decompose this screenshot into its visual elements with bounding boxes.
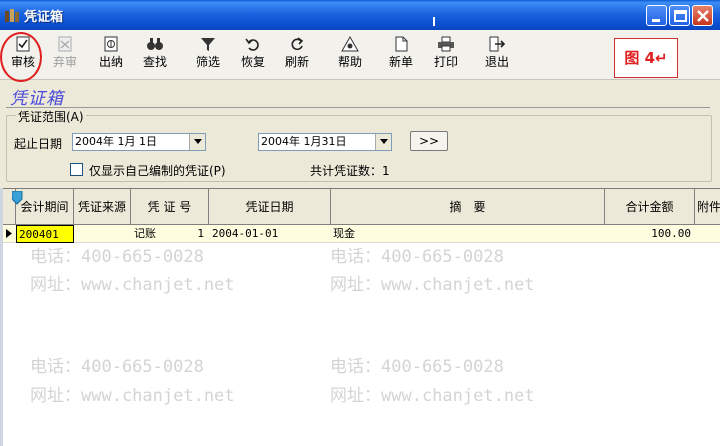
col-header-attachments[interactable]: 附件 — [695, 189, 720, 225]
maximize-icon — [674, 10, 687, 22]
refresh-icon — [291, 37, 304, 51]
start-date-picker[interactable]: 2004年 1月 1日 — [72, 133, 206, 151]
minimize-icon — [652, 19, 660, 22]
window-title: 凭证箱 — [24, 10, 64, 25]
col-header-summary[interactable]: 摘 要 — [331, 189, 605, 225]
filter-label: 筛选 — [195, 55, 220, 69]
col-header-voucher-no[interactable]: 凭 证 号 — [131, 189, 209, 225]
end-date-picker[interactable]: 2004年 1月31日 — [258, 133, 392, 151]
printer-icon — [438, 36, 454, 52]
undo-icon — [245, 38, 259, 51]
new-doc-icon — [395, 36, 408, 52]
unaudit-label: 弃审 — [52, 55, 77, 69]
close-button[interactable] — [692, 5, 713, 26]
voucher-box-window: 凭证箱 审核 弃审 出纳 查找 筛选 恢复 刷新 帮助 新单 打印 退出 图 4… — [0, 0, 720, 446]
grid-header: 会计期间 凭证来源 凭 证 号 凭证日期 摘 要 合计金额 附件 — [0, 189, 720, 225]
toolbar: 审核 弃审 出纳 查找 筛选 恢复 刷新 帮助 新单 打印 退出 — [0, 30, 720, 80]
new-voucher-label: 新单 — [388, 55, 413, 69]
help-icon — [341, 36, 359, 52]
refresh-button[interactable]: 刷新 — [278, 32, 316, 76]
exit-label: 退出 — [484, 55, 509, 69]
col-header-period[interactable]: 会计期间 — [16, 189, 74, 225]
refresh-label: 刷新 — [284, 55, 309, 69]
unaudit-button[interactable]: 弃审 — [46, 32, 84, 76]
cashier-button[interactable]: 出纳 — [92, 32, 130, 76]
end-date-dropdown[interactable] — [375, 134, 391, 150]
grid-left-edge — [0, 188, 3, 446]
title-bar-mark — [433, 17, 435, 26]
apply-range-button[interactable]: >> — [410, 131, 448, 151]
start-date-dropdown[interactable] — [189, 134, 205, 150]
end-date-value: 2004年 1月31日 — [261, 135, 347, 148]
close-icon — [697, 10, 709, 22]
col-header-source[interactable]: 凭证来源 — [74, 189, 131, 225]
chevron-down-icon — [380, 139, 388, 144]
voucher-box-heading: 凭证箱 — [10, 89, 64, 109]
chevron-down-icon — [194, 139, 202, 144]
voucher-grid: 会计期间 凭证来源 凭 证 号 凭证日期 摘 要 合计金额 附件 200401 … — [0, 188, 720, 446]
filter-icon — [201, 38, 215, 51]
cell-date[interactable]: 2004-01-01 — [212, 225, 330, 243]
binoculars-icon — [147, 38, 163, 50]
find-button[interactable]: 查找 — [136, 32, 174, 76]
only-mine-label: 仅显示自己编制的凭证(P) — [89, 164, 226, 178]
only-mine-checkbox[interactable] — [70, 163, 83, 176]
cell-voucher-type[interactable]: 记账 — [134, 225, 168, 243]
print-button[interactable]: 打印 — [427, 32, 465, 76]
exit-button[interactable]: 退出 — [478, 32, 516, 76]
find-label: 查找 — [142, 55, 167, 69]
cashier-icon — [104, 36, 118, 52]
voucher-count: 共计凭证数：1 — [310, 164, 390, 178]
figure-label: 图 4↵ — [614, 38, 678, 78]
col-header-amount[interactable]: 合计金额 — [605, 189, 695, 225]
exit-icon — [489, 36, 506, 52]
restore-button[interactable]: 恢复 — [234, 32, 272, 76]
restore-label: 恢复 — [240, 55, 265, 69]
help-button[interactable]: 帮助 — [331, 32, 369, 76]
help-label: 帮助 — [337, 55, 362, 69]
unaudit-icon — [58, 36, 72, 52]
cashier-label: 出纳 — [98, 55, 123, 69]
cell-voucher-no[interactable]: 1 — [168, 225, 206, 243]
header-divider — [6, 107, 710, 108]
cell-attachments[interactable] — [695, 225, 720, 243]
table-row[interactable]: 200401 记账 1 2004-01-01 现金 100.00 — [0, 225, 720, 243]
voucher-range-legend: 凭证范围(A) — [16, 108, 86, 125]
cell-source[interactable] — [74, 225, 131, 243]
filter-button[interactable]: 筛选 — [189, 32, 227, 76]
col-header-date[interactable]: 凭证日期 — [209, 189, 331, 225]
cell-summary[interactable]: 现金 — [333, 225, 603, 243]
print-label: 打印 — [433, 55, 458, 69]
cell-period[interactable]: 200401 — [16, 225, 74, 243]
minimize-button[interactable] — [646, 5, 667, 26]
new-voucher-button[interactable]: 新单 — [382, 32, 420, 76]
current-row-icon — [6, 229, 12, 238]
start-date-value: 2004年 1月 1日 — [75, 135, 157, 148]
cell-amount[interactable]: 100.00 — [605, 225, 691, 243]
date-range-label: 起止日期 — [14, 137, 63, 151]
voucher-box-icon — [5, 9, 19, 22]
maximize-button[interactable] — [669, 5, 690, 26]
annotation-circle — [0, 32, 42, 82]
title-bar[interactable]: 凭证箱 — [0, 0, 720, 30]
